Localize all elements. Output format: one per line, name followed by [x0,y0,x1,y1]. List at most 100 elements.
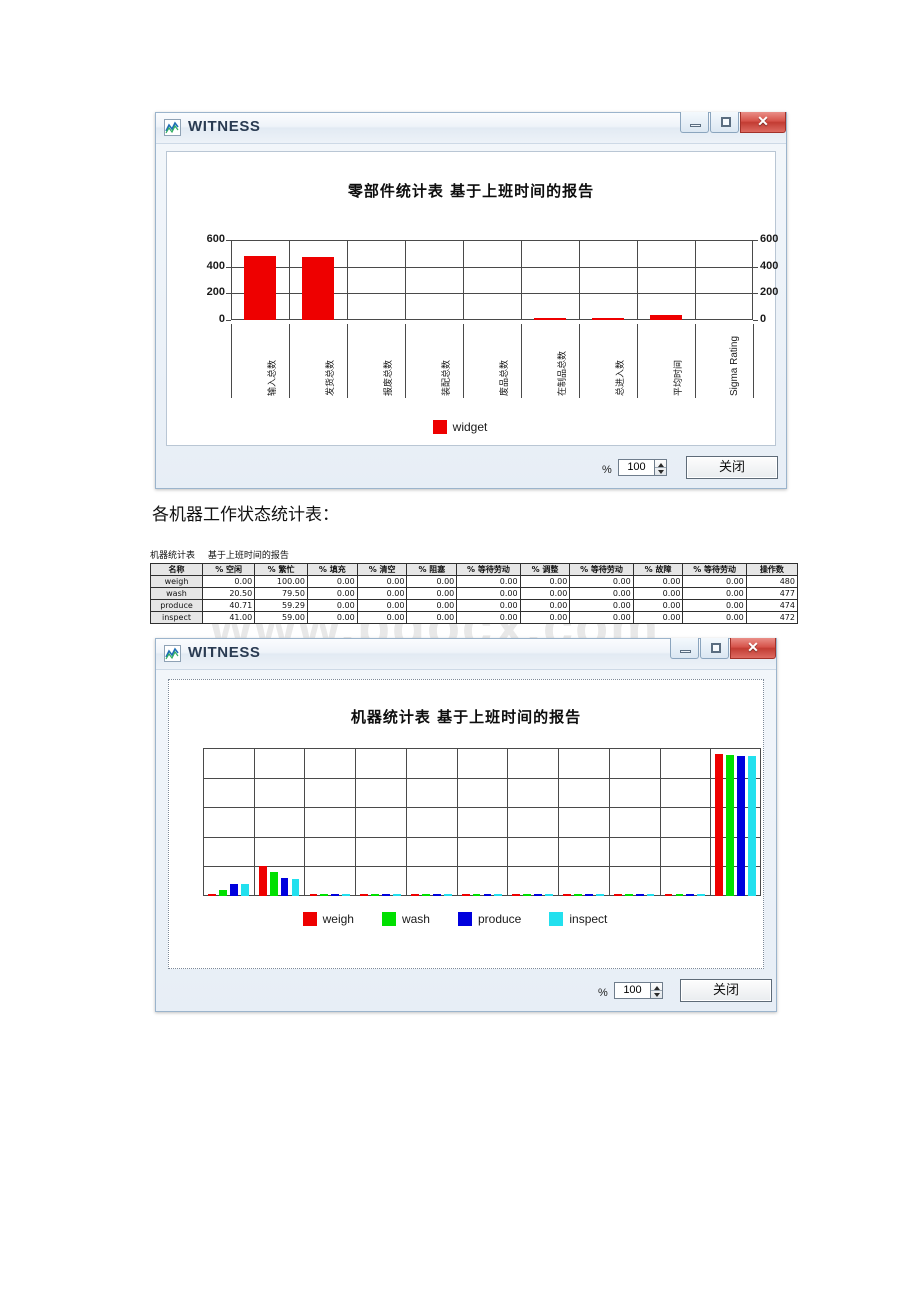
table-cell-value: 0.00 [356,611,408,624]
chart2-bar [545,894,553,896]
table-cell-name: produce [150,599,203,612]
table-cell-value: 0.00 [456,611,521,624]
chart2-colsep [659,748,661,896]
chart1-tick [226,320,231,321]
percent-label: % [598,987,608,999]
spin-down-icon[interactable] [651,991,662,998]
table-column-header: % 空闲 [201,563,256,576]
chart2-bar [715,753,724,896]
chart2-bar [737,755,745,896]
table-cell-value: 0.00 [201,575,256,588]
table-cell-value: 474 [745,599,799,612]
table-column-header: % 阻塞 [406,563,458,576]
zoom-input[interactable]: 100 [618,459,654,476]
spin-up-icon[interactable] [651,983,662,991]
chart1-legend: widget [167,420,775,434]
table-cell-value: 0.00 [519,587,571,600]
chart2-bar [483,894,492,896]
table-cell-value: 0.00 [519,599,571,612]
table-cell-value: 40.71 [201,599,256,612]
window1-titlebar[interactable]: WITNESS ✕ [156,112,786,144]
chart2-bar [697,894,706,896]
chart2-colsep [608,748,610,896]
table-cell-name: weigh [150,575,203,588]
chart2-bar [392,894,401,896]
chart1-label-sep [231,324,232,398]
table-row: produce 40.71 59.29 0.00 0.00 0.00 0.00 0.00 0.0… [150,599,799,612]
legend-item: produce [457,912,521,926]
witness-window-parts[interactable]: WITNESS ✕ 零部件统计表 基于上班时间的报告 0 0 200 200 400 40… [155,112,787,489]
witness-window-machines[interactable]: WITNESS ✕ 机器统计表 基于上班时间的报告 weigh wash produ… [155,638,777,1012]
table-cell-value: 0.00 [519,575,571,588]
chart2-gridline [203,866,761,868]
chart1-tick [226,293,231,295]
legend-swatch [381,912,396,926]
percent-label: % [602,464,612,476]
close-window-button[interactable]: ✕ [740,112,786,133]
close-dialog-button[interactable]: 关闭 [686,456,778,479]
close-dialog-button[interactable]: 关闭 [680,979,772,1002]
close-window-button[interactable]: ✕ [730,638,776,659]
chart2-bar [512,894,521,896]
table-cell-value: 0.00 [456,587,521,600]
chart2-bar [309,894,318,896]
chart1-bar [244,256,276,320]
zoom-stepper[interactable]: 100 [614,982,663,999]
minimize-button[interactable] [680,112,709,133]
table-cell-name: inspect [150,611,203,624]
chart1-ytick-left: 200 [206,286,225,299]
chart2-bar [291,878,300,896]
window2-controls[interactable]: ✕ [669,638,776,659]
chart2-bar [269,872,278,896]
table-row: inspect 41.00 59.00 0.00 0.00 0.00 0.00 0.00 0.0… [150,611,799,624]
zoom-spin-arrows[interactable] [654,459,667,476]
legend-label: inspect [569,912,608,926]
spin-up-icon[interactable] [655,460,666,468]
chart2-gridline [203,777,761,779]
minimize-button[interactable] [670,638,699,659]
witness-app-icon [164,645,181,662]
chart2-bar [613,894,622,896]
table-cell-value: 0.00 [682,587,747,600]
legend-item: widget [432,420,488,434]
chart2-bar [280,878,289,896]
chart1-ytick-right: 0 [760,313,767,325]
chart1-colsep [579,240,580,320]
legend-label: weigh [322,912,354,926]
table-cell-value: 0.00 [519,611,571,624]
chart2-bar [443,894,452,896]
window1-controls[interactable]: ✕ [679,112,786,133]
chart2-bar [371,894,379,896]
chart2-bar [410,894,419,896]
zoom-stepper[interactable]: 100 [618,459,667,476]
chart1-category-label: 平均时间 [674,359,684,396]
table-column-header: % 等待劳动 [682,563,747,576]
spin-down-icon[interactable] [655,468,666,475]
chart2-colsep [304,748,306,896]
chart1-tick [226,266,231,268]
table-column-header: % 故障 [632,563,684,576]
document-page: www.bdocx.com WITNESS ✕ 零部件统计表 基于上班时间的报告… [0,0,920,1302]
chart1-colsep [463,240,464,320]
zoom-input[interactable]: 100 [614,982,650,999]
window2-titlebar[interactable]: WITNESS ✕ [156,638,776,670]
table-cell-value: 0.00 [569,587,634,600]
maximize-button[interactable] [710,112,739,133]
table-cell-value: 41.00 [201,611,256,624]
chart1-colsep [347,240,348,320]
window2-body: 机器统计表 基于上班时间的报告 weigh wash produce inspect … [156,669,776,1011]
table-cell-value: 472 [745,611,799,624]
chart1-title: 零部件统计表 基于上班时间的报告 [347,182,595,200]
legend-label: widget [452,420,488,434]
table-column-header: % 等待劳动 [569,563,634,576]
chart1-category-label: 输入总数 [268,359,278,396]
zoom-spin-arrows[interactable] [650,982,663,999]
table-cell-name: wash [150,587,203,600]
maximize-button[interactable] [700,638,729,659]
machine-stats-table-block: 机器统计表 基于上班时间的报告 名称% 空闲% 繁忙% 填充% 清空% 阻塞% … [150,548,799,624]
table-column-header: % 清空 [356,563,408,576]
table-caption-sub: 基于上班时间的报告 [207,551,289,561]
chart2-bar [675,894,684,896]
table-cell-value: 0.00 [306,575,358,588]
chart1-label-sep [347,324,348,398]
